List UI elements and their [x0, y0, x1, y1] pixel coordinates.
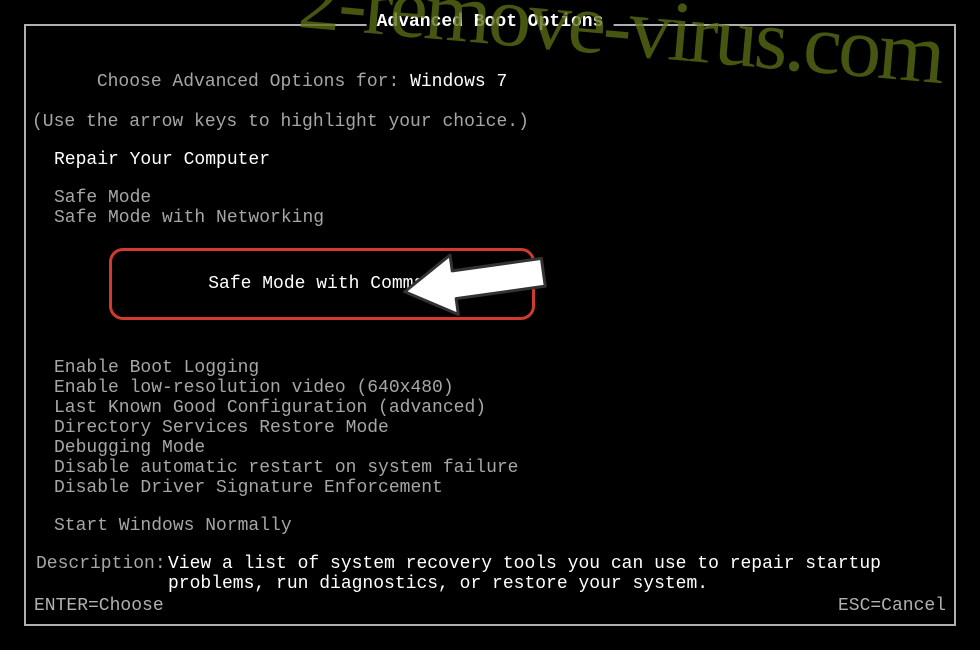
description-label: Description:: [32, 554, 168, 594]
option-ds-restore[interactable]: Directory Services Restore Mode: [32, 418, 948, 438]
page-title: Advanced Boot Options: [367, 12, 614, 32]
option-start-normally[interactable]: Start Windows Normally: [32, 516, 948, 536]
hint-line: (Use the arrow keys to highlight your ch…: [32, 112, 948, 132]
option-disable-driver-sig[interactable]: Disable Driver Signature Enforcement: [32, 478, 948, 498]
description-text: View a list of system recovery tools you…: [168, 554, 948, 594]
option-debugging[interactable]: Debugging Mode: [32, 438, 948, 458]
option-safe-mode-networking[interactable]: Safe Mode with Networking: [32, 208, 948, 228]
footer-esc: ESC=Cancel: [838, 596, 946, 620]
option-boot-logging[interactable]: Enable Boot Logging: [32, 358, 948, 378]
option-safe-mode[interactable]: Safe Mode: [32, 188, 948, 208]
option-last-known-good[interactable]: Last Known Good Configuration (advanced): [32, 398, 948, 418]
choose-prefix: Choose Advanced Options for:: [97, 72, 410, 92]
window-frame: Advanced Boot Options Choose Advanced Op…: [24, 24, 956, 626]
choose-line: Choose Advanced Options for: Windows 7: [32, 52, 948, 112]
os-name: Windows 7: [410, 72, 507, 92]
footer-enter: ENTER=Choose: [34, 596, 164, 620]
option-repair[interactable]: Repair Your Computer: [32, 150, 948, 170]
option-low-res[interactable]: Enable low-resolution video (640x480): [32, 378, 948, 398]
arrow-left-icon: [384, 242, 564, 322]
footer-bar: ENTER=Choose ESC=Cancel: [26, 596, 954, 620]
option-disable-auto-restart[interactable]: Disable automatic restart on system fail…: [32, 458, 948, 478]
description-row: Description: View a list of system recov…: [32, 554, 948, 594]
